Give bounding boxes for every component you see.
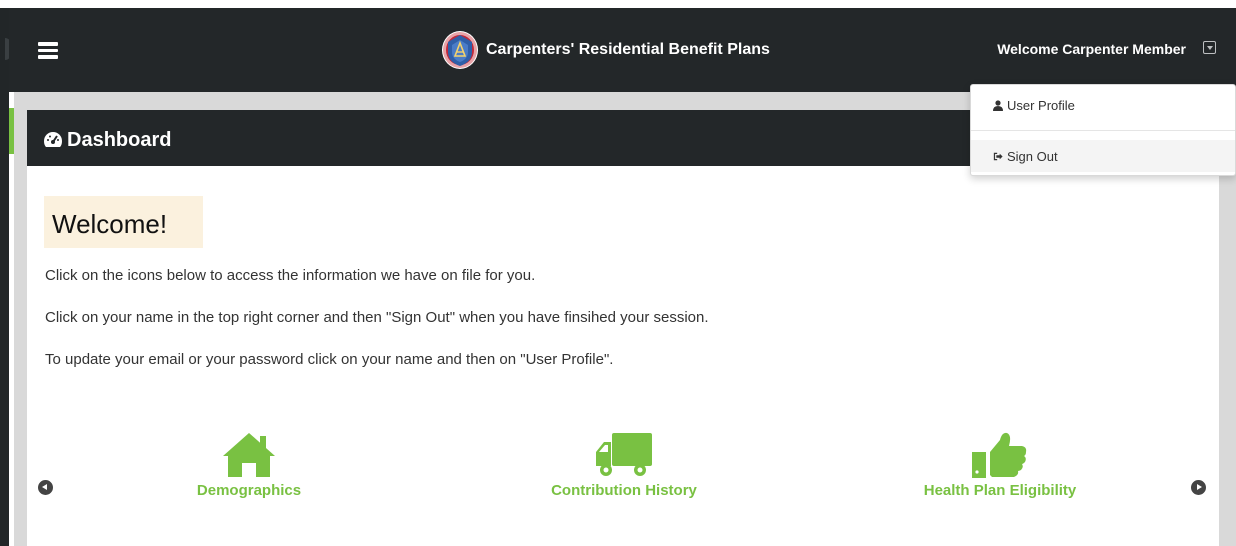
- menu-divider: [971, 130, 1235, 131]
- dashboard-title: Dashboard: [67, 129, 172, 151]
- top-navbar: Carpenters' Residential Benefit Plans We…: [9, 8, 1236, 92]
- chevron-circle-right-icon[interactable]: [1191, 480, 1206, 495]
- truck-icon: [596, 433, 652, 476]
- intro-line-2: Click on your name in the top right corn…: [45, 309, 709, 326]
- thumbs-up-icon: [972, 432, 1027, 478]
- tile-label-health-plan-eligibility: Health Plan Eligibility: [923, 482, 1077, 499]
- welcome-banner: Welcome!: [44, 196, 203, 248]
- app-title: Carpenters' Residential Benefit Plans: [486, 41, 770, 58]
- left-sidebar-edge: [0, 8, 9, 546]
- welcome-heading: Welcome!: [52, 209, 168, 239]
- tile-health-plan-eligibility[interactable]: Health Plan Eligibility: [900, 430, 1100, 499]
- chevron-circle-left-icon[interactable]: [38, 480, 53, 495]
- tile-label-demographics: Demographics: [196, 482, 302, 499]
- brand[interactable]: Carpenters' Residential Benefit Plans: [440, 30, 770, 70]
- menu-item-label: User Profile: [1007, 97, 1075, 113]
- intro-line-1: Click on the icons below to access the i…: [45, 267, 536, 284]
- tile-contribution-history[interactable]: Contribution History: [524, 430, 724, 499]
- menu-item-sign-out[interactable]: Sign Out: [971, 140, 1235, 172]
- menu-item-label: Sign Out: [1007, 148, 1058, 164]
- user-icon: [993, 99, 1003, 111]
- tile-demographics[interactable]: Demographics: [149, 430, 349, 499]
- tile-label-contribution-history: Contribution History: [551, 482, 697, 499]
- home-icon: [223, 433, 275, 477]
- hamburger-icon[interactable]: [38, 41, 58, 59]
- carpenters-seal-logo: [442, 31, 478, 69]
- menu-item-user-profile[interactable]: User Profile: [971, 89, 1235, 121]
- caret-down-square-icon[interactable]: [1203, 41, 1216, 54]
- user-dropdown-menu: User Profile Sign Out: [970, 84, 1236, 176]
- sign-out-icon: [993, 152, 1003, 160]
- top-strip: [0, 0, 1236, 8]
- tachometer-icon: [44, 132, 62, 147]
- intro-line-3: To update your email or your password cl…: [45, 351, 614, 368]
- user-menu-toggle[interactable]: Welcome Carpenter Member: [997, 41, 1186, 57]
